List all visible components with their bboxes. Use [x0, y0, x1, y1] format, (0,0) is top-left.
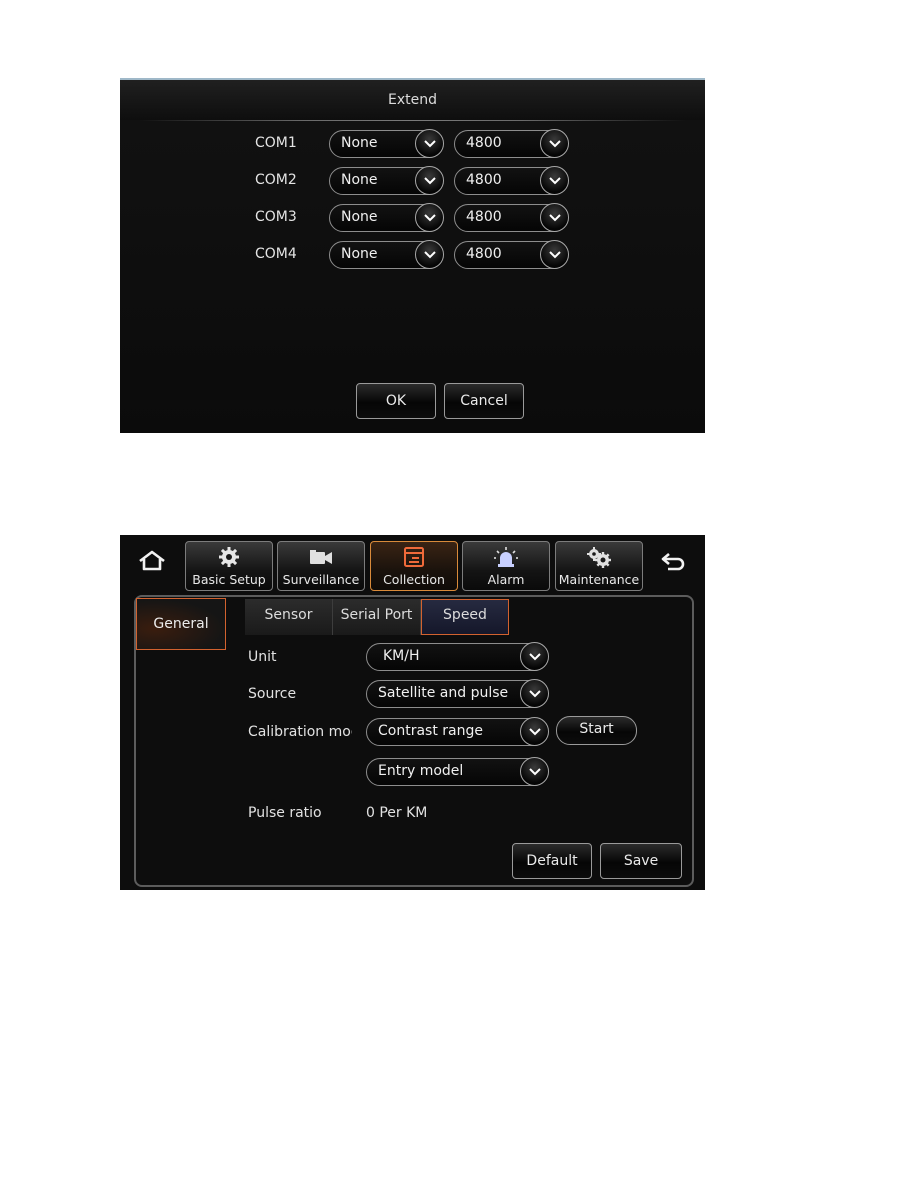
chevron-down-icon[interactable] — [415, 240, 444, 269]
dialog-title: Extend — [120, 80, 705, 120]
start-button[interactable]: Start — [556, 716, 637, 745]
com2-baud-value: 4800 — [466, 172, 502, 188]
save-button[interactable]: Save — [600, 843, 682, 879]
com1-baud-value: 4800 — [466, 135, 502, 151]
com3-label: COM3 — [255, 209, 297, 225]
com3-device-select[interactable]: None — [329, 203, 444, 232]
camera-icon — [278, 546, 364, 568]
chevron-down-icon[interactable] — [520, 757, 549, 786]
com2-label: COM2 — [255, 172, 297, 188]
tab-sensor[interactable]: Sensor — [245, 599, 333, 635]
com3-baud-select[interactable]: 4800 — [454, 203, 569, 232]
com4-device-value: None — [341, 246, 378, 262]
default-button[interactable]: Default — [512, 843, 592, 879]
chevron-down-icon[interactable] — [520, 679, 549, 708]
gear-icon — [186, 546, 272, 568]
com3-baud-value: 4800 — [466, 209, 502, 225]
unit-value: KM/H — [383, 648, 420, 664]
tab-speed[interactable]: Speed — [421, 599, 509, 635]
pulse-ratio-label: Pulse ratio — [248, 805, 322, 821]
nav-tab-label: Alarm — [487, 572, 525, 587]
cancel-button[interactable]: Cancel — [444, 383, 524, 419]
back-arrow-icon[interactable] — [658, 549, 690, 573]
ok-button[interactable]: OK — [356, 383, 436, 419]
com4-baud-select[interactable]: 4800 — [454, 240, 569, 269]
chevron-down-icon[interactable] — [520, 642, 549, 671]
home-icon[interactable] — [136, 549, 168, 573]
source-value: Satellite and pulse — [378, 685, 509, 701]
nav-tab-alarm[interactable]: Alarm — [462, 541, 550, 591]
nav-tab-surveillance[interactable]: Surveillance — [277, 541, 365, 591]
calibration-mode-label: Calibration mod — [248, 724, 352, 740]
chevron-down-icon[interactable] — [540, 129, 569, 158]
com2-baud-select[interactable]: 4800 — [454, 166, 569, 195]
pulse-ratio-value: 0 Per KM — [366, 805, 428, 821]
com2-device-select[interactable]: None — [329, 166, 444, 195]
unit-label: Unit — [248, 649, 277, 665]
com3-device-value: None — [341, 209, 378, 225]
nav-tab-maintenance[interactable]: Maintenance — [555, 541, 643, 591]
com1-device-value: None — [341, 135, 378, 151]
chevron-down-icon[interactable] — [540, 240, 569, 269]
speed-settings-screen: Basic Setup Surveillance Collection Alar… — [120, 535, 705, 890]
source-label: Source — [248, 686, 297, 702]
com1-device-select[interactable]: None — [329, 129, 444, 158]
title-divider — [140, 120, 685, 121]
com4-device-select[interactable]: None — [329, 240, 444, 269]
sub-tab-bar: Sensor Serial Port Speed — [245, 599, 509, 635]
extend-dialog: Extend COM1 None 4800 COM2 None 4800 COM… — [120, 78, 705, 433]
com2-device-value: None — [341, 172, 378, 188]
tab-serial-port[interactable]: Serial Port — [333, 599, 421, 635]
nav-tab-label: Maintenance — [558, 572, 640, 587]
com1-baud-select[interactable]: 4800 — [454, 129, 569, 158]
siren-icon — [463, 546, 549, 568]
com4-label: COM4 — [255, 246, 297, 262]
calibration-mode-select[interactable]: Contrast range — [366, 717, 549, 746]
sidebar-item-general[interactable]: General — [136, 598, 226, 650]
nav-tab-label: Surveillance — [282, 572, 360, 587]
com1-label: COM1 — [255, 135, 297, 151]
unit-select[interactable]: KM/H — [366, 642, 549, 671]
gears-icon — [556, 546, 642, 568]
chevron-down-icon[interactable] — [540, 203, 569, 232]
nav-tab-label: Collection — [383, 572, 445, 587]
chevron-down-icon[interactable] — [415, 129, 444, 158]
chevron-down-icon[interactable] — [415, 203, 444, 232]
collection-icon — [371, 546, 457, 568]
nav-tab-label: Basic Setup — [192, 572, 266, 587]
com4-baud-value: 4800 — [466, 246, 502, 262]
chevron-down-icon[interactable] — [415, 166, 444, 195]
entry-model-value: Entry model — [378, 763, 464, 779]
nav-tab-collection[interactable]: Collection — [370, 541, 458, 591]
source-select[interactable]: Satellite and pulse — [366, 679, 549, 708]
nav-tab-basic-setup[interactable]: Basic Setup — [185, 541, 273, 591]
calibration-mode-value: Contrast range — [378, 723, 483, 739]
entry-model-select[interactable]: Entry model — [366, 757, 549, 786]
chevron-down-icon[interactable] — [520, 717, 549, 746]
chevron-down-icon[interactable] — [540, 166, 569, 195]
